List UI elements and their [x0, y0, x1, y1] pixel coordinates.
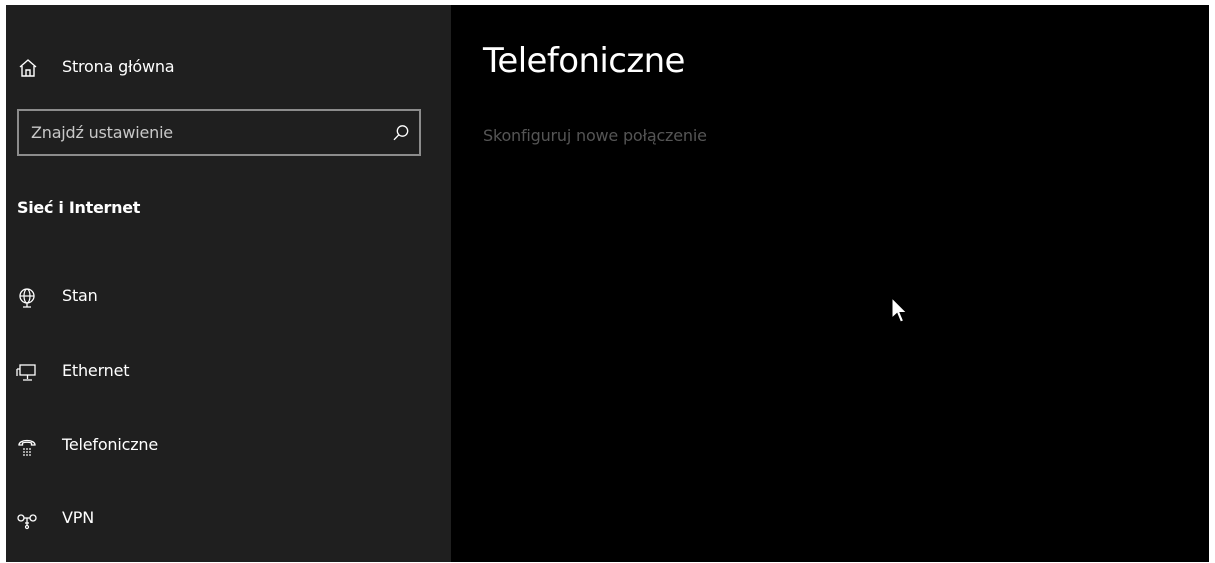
home-icon [18, 58, 38, 78]
search-box[interactable] [17, 109, 421, 156]
home-nav-item[interactable]: Strona główna [6, 43, 451, 93]
page-title: Telefoniczne [483, 41, 685, 81]
home-label: Strona główna [62, 57, 175, 76]
setup-connection-link[interactable]: Skonfiguruj nowe połączenie [483, 126, 707, 145]
sidebar-item-label: Ethernet [62, 361, 130, 380]
sidebar-item-vpn[interactable]: VPN [6, 493, 451, 547]
ethernet-icon [16, 362, 38, 384]
sidebar-item-telefoniczne[interactable]: Telefoniczne [6, 420, 451, 474]
settings-window: Strona główna Sieć i Internet [6, 5, 1209, 562]
globe-icon [16, 287, 38, 309]
dialup-icon [16, 436, 38, 458]
sidebar-item-stan[interactable]: Stan [6, 271, 451, 325]
sidebar-item-label: Stan [62, 286, 98, 305]
search-icon[interactable] [391, 123, 411, 143]
search-input[interactable] [31, 111, 381, 154]
sidebar-item-label: VPN [62, 508, 94, 527]
vpn-icon [16, 509, 38, 531]
mouse-cursor-icon [891, 297, 908, 323]
section-title: Sieć i Internet [17, 198, 141, 217]
sidebar-item-ethernet[interactable]: Ethernet [6, 346, 451, 400]
sidebar-item-label: Telefoniczne [62, 435, 158, 454]
sidebar: Strona główna Sieć i Internet [6, 5, 451, 562]
main-content: Telefoniczne Skonfiguruj nowe połączenie [451, 5, 1209, 562]
